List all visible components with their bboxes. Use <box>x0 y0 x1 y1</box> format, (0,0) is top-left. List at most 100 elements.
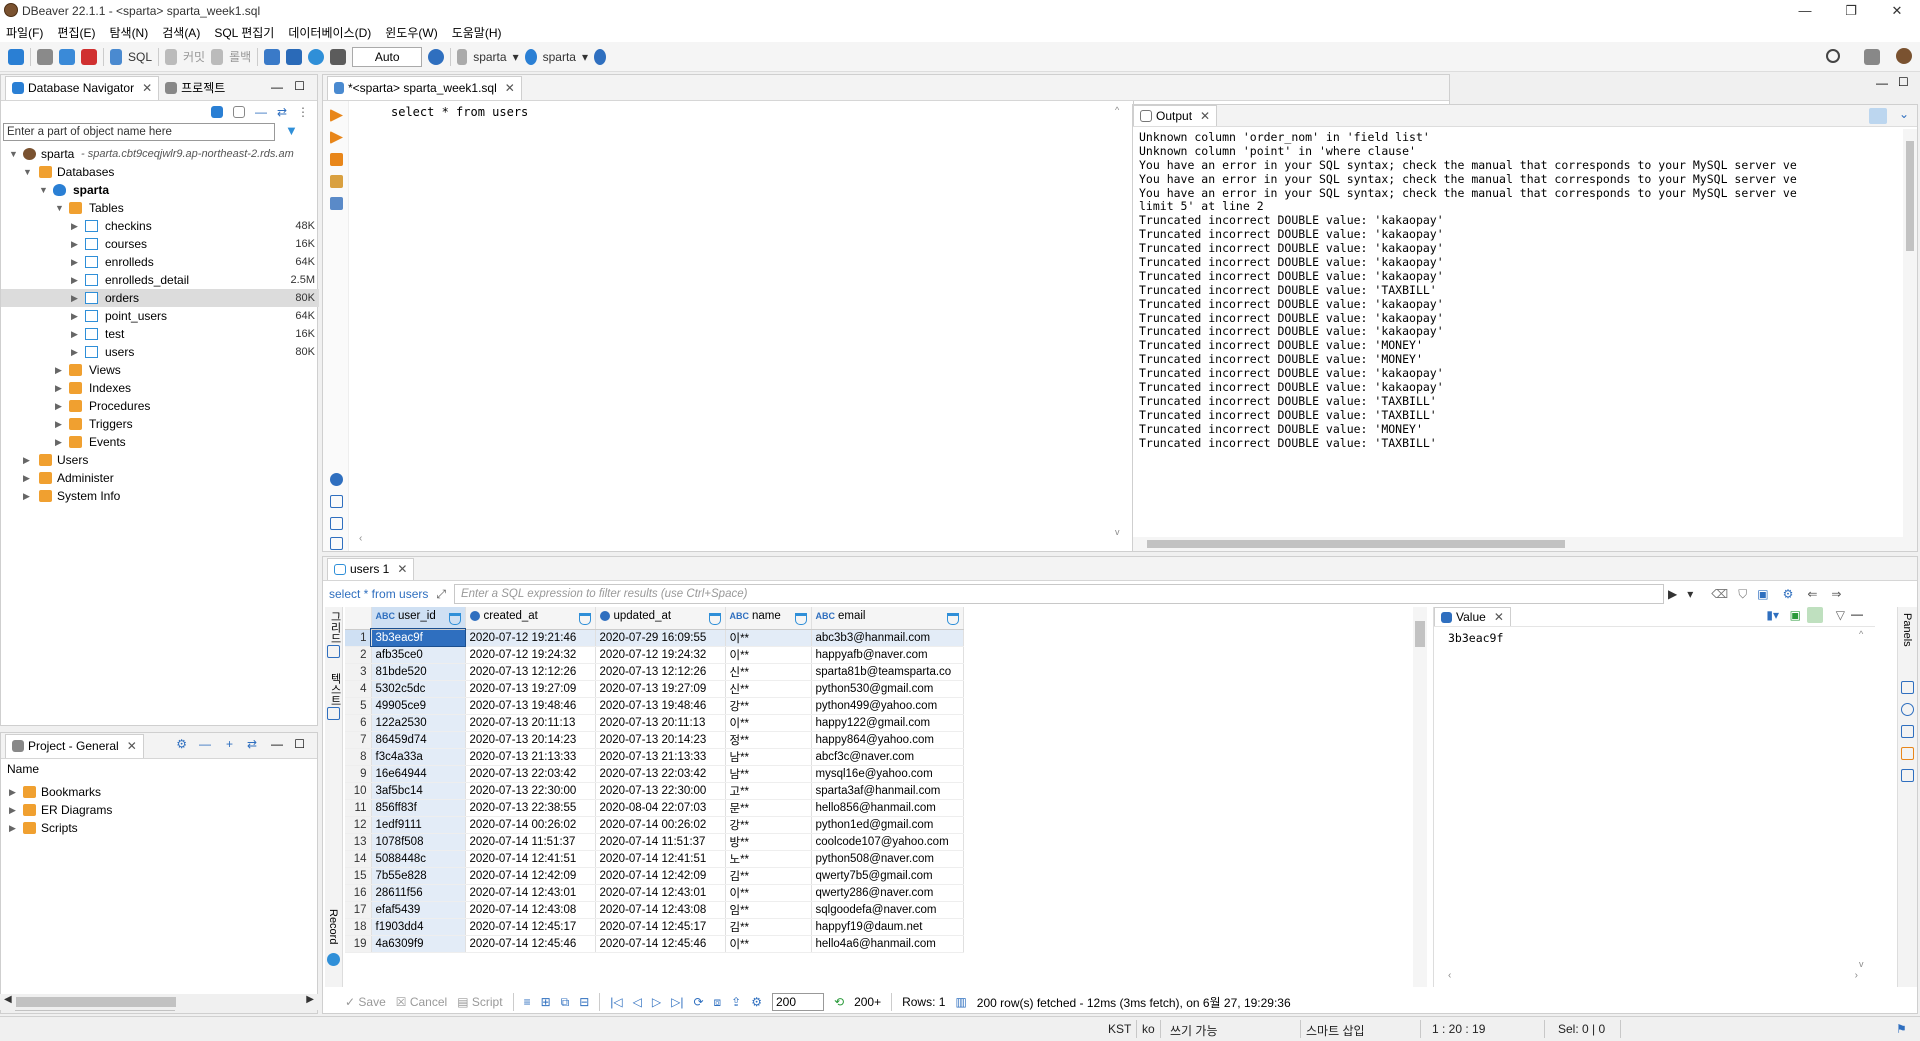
new-connection-icon[interactable] <box>210 106 223 118</box>
chevron-right-icon[interactable]: ▶ <box>23 451 30 469</box>
column-header-created-at[interactable]: created_at <box>465 607 596 630</box>
menu-edit[interactable]: 편집(E) <box>57 24 95 41</box>
table-cell[interactable]: 2020-07-14 12:45:46 <box>595 935 726 953</box>
panel-grouping-icon[interactable] <box>1901 725 1914 738</box>
chevron-right-icon[interactable]: ▶ <box>23 469 30 487</box>
panels-toggle[interactable]: Panels <box>1901 613 1913 647</box>
table-cell[interactable]: 2020-07-14 12:45:17 <box>465 918 596 936</box>
table-cell[interactable]: 신** <box>725 680 812 698</box>
table-cell[interactable]: 3b3eac9f <box>370 628 466 647</box>
collapse-all-icon[interactable]: — <box>199 737 211 751</box>
chevron-right-icon[interactable]: ▶ <box>9 801 16 819</box>
menu-search[interactable]: 검색(A) <box>162 24 200 41</box>
table-cell[interactable]: 16e64944 <box>371 765 466 783</box>
rollback-icon[interactable] <box>211 48 224 65</box>
chevron-right-icon[interactable]: ▶ <box>71 217 78 235</box>
table-cell[interactable]: 이** <box>725 884 812 902</box>
chevron-right-icon[interactable]: ▶ <box>306 994 314 1005</box>
table-cell[interactable]: 남** <box>725 765 812 783</box>
column-filter-icon[interactable] <box>708 613 721 626</box>
table-cell[interactable]: abcf3c@naver.com <box>811 748 964 766</box>
tab-output[interactable]: Output ✕ <box>1133 105 1218 126</box>
load-script-icon[interactable] <box>330 197 343 210</box>
chevron-up-icon[interactable]: ^ <box>1859 629 1863 639</box>
table-cell[interactable]: 문** <box>725 799 812 817</box>
table-cell[interactable]: hello4a6@hanmail.com <box>811 935 964 953</box>
apply-filter-icon[interactable]: ▶ <box>1668 587 1677 601</box>
dbeaver-perspective-icon[interactable] <box>1896 48 1912 64</box>
table-cell[interactable]: 2020-07-14 12:43:01 <box>465 884 596 902</box>
tree-system-info[interactable]: ▶ System Info <box>1 487 319 505</box>
table-cell[interactable]: 2020-07-13 22:30:00 <box>595 782 726 800</box>
table-cell[interactable]: happyf19@daum.net <box>811 918 964 936</box>
settings-icon[interactable]: ⚙ <box>751 995 762 1009</box>
table-row[interactable]: 12 1edf9111 2020-07-14 00:26:02 2020-07-14 … <box>345 816 964 834</box>
menu-navigate[interactable]: 탐색(N) <box>109 24 148 41</box>
transaction-mode-icon[interactable] <box>264 48 281 65</box>
table-row[interactable]: 8 f3c4a33a 2020-07-13 21:13:33 2020-07-13 2… <box>345 748 964 766</box>
pending-transactions-icon[interactable] <box>330 48 347 65</box>
table-cell[interactable]: hello856@hanmail.com <box>811 799 964 817</box>
chevron-right-icon[interactable]: ▶ <box>55 361 62 379</box>
record-mode-toggle[interactable]: Record <box>327 909 339 944</box>
table-cell[interactable]: 임** <box>725 901 812 919</box>
close-icon[interactable]: ✕ <box>397 562 407 576</box>
table-cell[interactable]: 2020-07-12 19:24:32 <box>595 646 726 664</box>
chevron-down-icon[interactable]: ▽ <box>1836 608 1845 622</box>
show-output-icon[interactable] <box>1869 108 1887 124</box>
table-row[interactable]: 10 3af5bc14 2020-07-13 22:30:00 2020-07-13 … <box>345 782 964 800</box>
sql-query-text[interactable]: select * from users <box>391 105 528 119</box>
tree-folder-triggers[interactable]: ▶ Triggers <box>1 415 319 433</box>
table-cell[interactable]: efaf5439 <box>371 901 466 919</box>
table-cell[interactable]: 2020-08-04 22:07:03 <box>595 799 726 817</box>
refresh-settings-icon[interactable]: ⚙ <box>1783 587 1794 601</box>
table-cell[interactable]: 7b55e828 <box>371 867 466 885</box>
tab-results-users[interactable]: users 1 ✕ <box>327 557 415 580</box>
close-icon[interactable]: ✕ <box>1494 610 1504 624</box>
table-cell[interactable]: 1078f508 <box>371 833 466 851</box>
tree-scripts[interactable]: ▶ Scripts <box>1 819 319 837</box>
table-cell[interactable]: 4a6309f9 <box>371 935 466 953</box>
table-cell[interactable]: abc3b3@hanmail.com <box>811 629 964 647</box>
tree-folder-indexes[interactable]: ▶ Indexes <box>1 379 319 397</box>
isolation-icon[interactable] <box>308 48 325 65</box>
table-cell[interactable]: 2020-07-13 21:13:33 <box>595 748 726 766</box>
table-cell[interactable]: python508@naver.com <box>811 850 964 868</box>
record-icon[interactable] <box>327 953 340 966</box>
link-editor-icon[interactable]: ⇄ <box>277 105 287 119</box>
tree-folder-views[interactable]: ▶ Views <box>1 361 319 379</box>
menu-database[interactable]: 데이터베이스(D) <box>288 24 371 41</box>
navigator-horizontal-scrollbar[interactable]: ◀ ▶ <box>0 994 318 1010</box>
minimize-view-icon[interactable]: — <box>271 737 283 751</box>
tree-table-test[interactable]: ▶ test 16K <box>1 325 319 343</box>
table-cell[interactable]: 2020-07-14 00:26:02 <box>595 816 726 834</box>
column-filter-icon[interactable] <box>946 613 959 626</box>
minimize-button[interactable]: — <box>1782 0 1828 22</box>
tree-table-courses[interactable]: ▶ courses 16K <box>1 235 319 253</box>
previous-page-icon[interactable]: ◁ <box>633 995 642 1009</box>
table-row[interactable]: 11 856ff83f 2020-07-13 22:38:55 2020-08-04 … <box>345 799 964 817</box>
table-row[interactable]: 15 7b55e828 2020-07-14 12:42:09 2020-07-14 … <box>345 867 964 885</box>
delete-row-icon[interactable]: ⊟ <box>579 995 589 1009</box>
scrollbar-thumb[interactable] <box>1906 141 1914 251</box>
fetch-next-icon[interactable]: ⟲ <box>834 995 844 1009</box>
table-cell[interactable]: sparta3af@hanmail.com <box>811 782 964 800</box>
add-row-icon[interactable]: ⊞ <box>541 995 551 1009</box>
execute-statement-tab-icon[interactable] <box>330 131 343 144</box>
copy-row-icon[interactable]: ⧉ <box>561 995 570 1010</box>
table-row[interactable]: 14 5088448c 2020-07-14 12:41:51 2020-07-14 … <box>345 850 964 868</box>
panels-icon[interactable]: ⧈ <box>714 995 722 1010</box>
table-cell[interactable]: 122a2530 <box>371 714 466 732</box>
next-page-icon[interactable]: ▷ <box>652 995 661 1009</box>
table-cell[interactable]: 49905ce9 <box>371 697 466 715</box>
rollback-button[interactable]: 롤백 <box>229 48 251 65</box>
table-row[interactable]: 7 86459d74 2020-07-13 20:14:23 2020-07-13 2… <box>345 731 964 749</box>
execute-script-icon[interactable] <box>330 153 343 166</box>
table-cell[interactable]: 정** <box>725 731 812 749</box>
tab-project[interactable]: 프로젝트 <box>159 76 231 100</box>
table-cell[interactable]: happyafb@naver.com <box>811 646 964 664</box>
back-icon[interactable]: ⇐ <box>1807 587 1817 601</box>
tree-connection-sparta[interactable]: ▼ sparta - sparta.cbt9ceqjwlr9.ap-northe… <box>1 145 319 163</box>
table-cell[interactable]: 2020-07-13 19:27:09 <box>465 680 596 698</box>
tree-er-diagrams[interactable]: ▶ ER Diagrams <box>1 801 319 819</box>
